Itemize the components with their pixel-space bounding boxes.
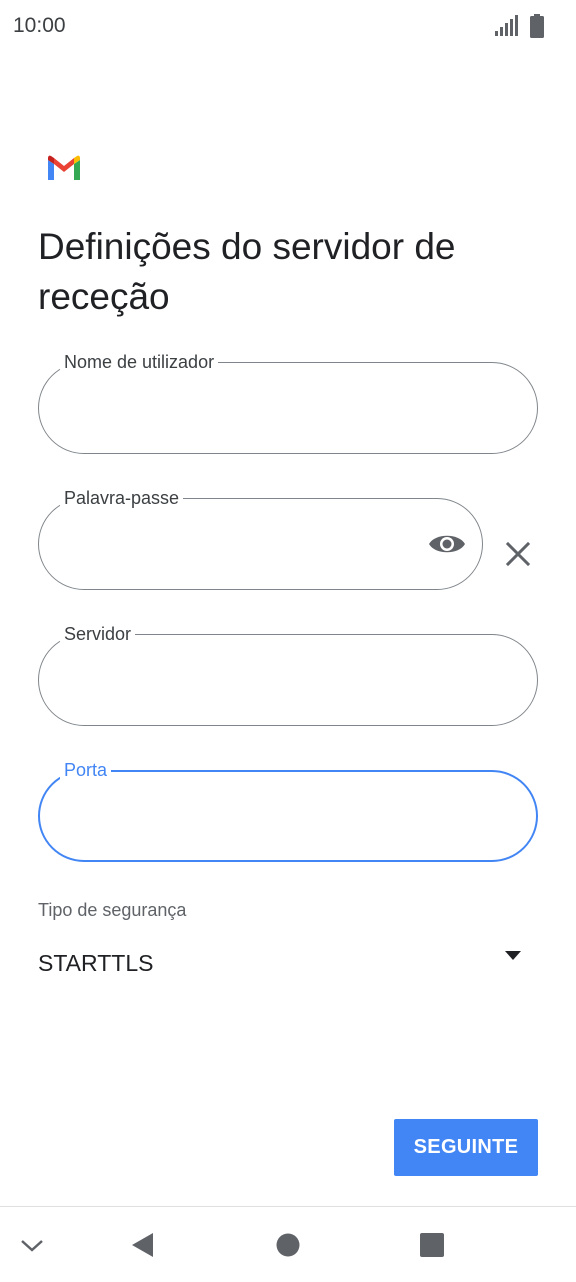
triangle-down-icon [505, 951, 521, 960]
port-field[interactable]: Porta [38, 759, 538, 862]
next-button[interactable]: SEGUINTE [394, 1119, 538, 1176]
username-input[interactable] [62, 388, 446, 430]
port-input[interactable] [62, 796, 446, 838]
security-type-value: STARTTLS [38, 950, 154, 976]
cellular-signal-icon [495, 15, 518, 36]
page-title: Definições do servidor de receção [38, 226, 456, 317]
username-field[interactable]: Nome de utilizador [38, 351, 538, 454]
server-field[interactable]: Servidor [38, 623, 538, 726]
server-label: Servidor [60, 623, 136, 645]
home-circle-icon[interactable] [274, 1231, 302, 1259]
password-label: Palavra-passe [60, 487, 184, 509]
recents-square-icon[interactable] [418, 1231, 446, 1259]
password-field[interactable]: Palavra-passe [38, 487, 483, 590]
status-time: 10:00 [13, 14, 66, 37]
gmail-logo [48, 155, 80, 180]
close-icon[interactable] [504, 540, 532, 568]
port-label: Porta [60, 759, 112, 781]
chevron-down-icon[interactable] [18, 1231, 46, 1259]
battery-icon [530, 14, 544, 38]
username-label: Nome de utilizador [60, 351, 219, 373]
navigation-bar [0, 1206, 576, 1282]
status-bar: 10:00 [0, 0, 576, 56]
password-input[interactable] [62, 524, 396, 566]
eye-icon[interactable] [427, 527, 467, 561]
security-type-label: Tipo de segurança [38, 900, 187, 920]
security-type-dropdown[interactable]: STARTTLS [38, 940, 538, 988]
back-triangle-icon[interactable] [129, 1231, 157, 1259]
server-input[interactable] [62, 660, 446, 702]
